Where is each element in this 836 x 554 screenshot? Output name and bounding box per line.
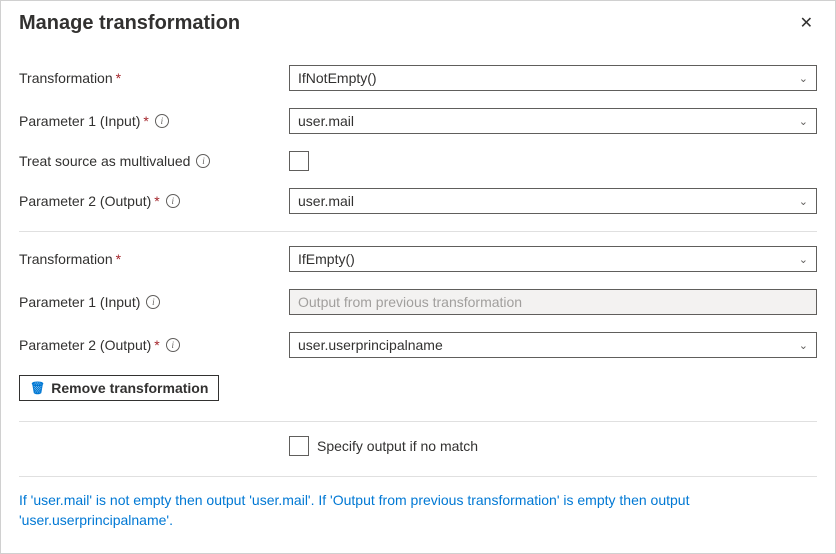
chevron-down-icon: ⌄ [799,195,808,208]
label-transformation-2: Transformation* [19,251,289,267]
param1-1-select[interactable]: user.mail ⌄ [289,108,817,134]
transformation-2-select[interactable]: IfEmpty() ⌄ [289,246,817,272]
label-param1-2: Parameter 1 (Input) i [19,294,289,310]
param2-2-select[interactable]: user.userprincipalname ⌄ [289,332,817,358]
summary-text: If 'user.mail' is not empty then output … [19,491,817,530]
divider [19,231,817,232]
specify-output-checkbox[interactable] [289,436,309,456]
divider [19,421,817,422]
param2-1-select[interactable]: user.mail ⌄ [289,188,817,214]
chevron-down-icon: ⌄ [799,115,808,128]
label-treat-source: Treat source as multivalued i [19,153,289,169]
remove-transformation-button[interactable]: 🗑 Remove transformation [19,375,219,401]
param1-2-field: Output from previous transformation [289,289,817,315]
info-icon[interactable]: i [166,194,180,208]
trash-icon: 🗑 [30,381,45,395]
close-icon[interactable]: ✕ [796,11,817,35]
info-icon[interactable]: i [146,295,160,309]
transformation-1-select[interactable]: IfNotEmpty() ⌄ [289,65,817,91]
chevron-down-icon: ⌄ [799,339,808,352]
chevron-down-icon: ⌄ [799,253,808,266]
info-icon[interactable]: i [155,114,169,128]
label-param2-1: Parameter 2 (Output)* i [19,193,289,209]
label-param2-2: Parameter 2 (Output)* i [19,337,289,353]
page-title: Manage transformation [19,12,240,35]
info-icon[interactable]: i [166,338,180,352]
chevron-down-icon: ⌄ [799,72,808,85]
divider [19,476,817,477]
label-param1-1: Parameter 1 (Input)* i [19,113,289,129]
specify-output-label: Specify output if no match [317,438,478,454]
info-icon[interactable]: i [196,154,210,168]
label-transformation-1: Transformation* [19,70,289,86]
multivalued-checkbox[interactable] [289,151,309,171]
